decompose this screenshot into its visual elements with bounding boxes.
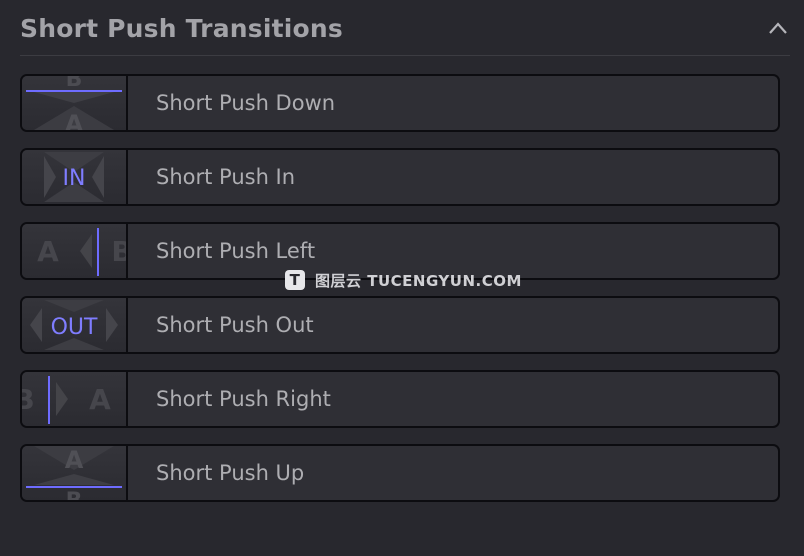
panel-title: Short Push Transitions	[20, 14, 343, 43]
transition-item-short-push-out[interactable]: OUT Short Push Out	[20, 296, 780, 354]
svg-text:A: A	[65, 446, 84, 474]
transition-label: Short Push Down	[156, 91, 336, 115]
transition-item-short-push-in[interactable]: IN Short Push In	[20, 148, 780, 206]
transition-label: Short Push Out	[156, 313, 314, 337]
short-push-out-thumbnail: OUT	[22, 298, 128, 352]
transition-item-short-push-up[interactable]: A B Short Push Up	[20, 444, 780, 502]
panel-header: Short Push Transitions	[20, 0, 790, 56]
svg-text:A: A	[89, 383, 111, 416]
transition-label: Short Push In	[156, 165, 296, 189]
short-push-left-thumbnail: A B	[22, 224, 128, 278]
short-push-right-thumbnail: B A	[22, 372, 128, 426]
svg-text:A: A	[37, 235, 59, 268]
transition-item-short-push-down[interactable]: B A Short Push Down	[20, 74, 780, 132]
in-text: IN	[63, 166, 86, 191]
watermark: T 图层云 TUCENGYUN.COM	[285, 268, 522, 292]
chevron-up-icon[interactable]	[766, 16, 790, 40]
short-push-down-thumbnail: B A	[22, 76, 128, 130]
watermark-logo-icon: T	[285, 270, 305, 290]
svg-text:B: B	[111, 235, 126, 268]
watermark-text: 图层云 TUCENGYUN.COM	[315, 271, 522, 290]
svg-text:B: B	[22, 383, 35, 416]
transition-label: Short Push Up	[156, 461, 305, 485]
out-text: OUT	[51, 315, 98, 340]
transition-item-short-push-right[interactable]: B A Short Push Right	[20, 370, 780, 428]
transition-label: Short Push Right	[156, 387, 331, 411]
svg-text:A: A	[65, 110, 84, 130]
svg-text:B: B	[66, 76, 83, 92]
short-push-in-thumbnail: IN	[22, 150, 128, 204]
short-push-up-thumbnail: A B	[22, 446, 128, 500]
svg-text:B: B	[66, 489, 83, 500]
